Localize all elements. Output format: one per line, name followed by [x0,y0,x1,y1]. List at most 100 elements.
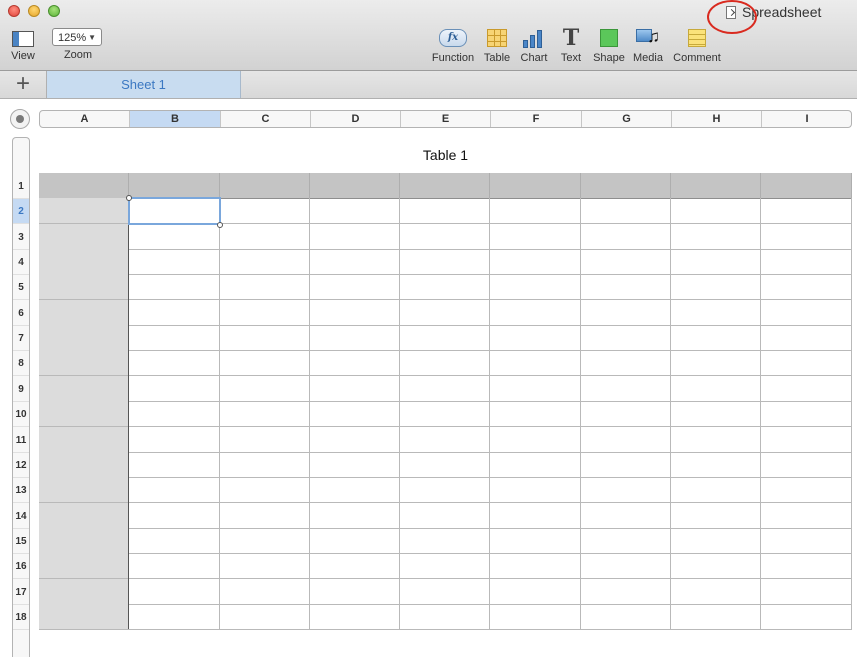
cell-h6[interactable] [671,299,761,326]
media-button[interactable]: ♫ Media [631,26,665,64]
cell-h9[interactable] [671,375,761,402]
cell-d7[interactable] [310,325,400,352]
cell-i9[interactable] [761,375,852,402]
cell-f3[interactable] [490,223,581,250]
cell-d14[interactable] [310,502,400,529]
cell-d1[interactable] [310,173,400,199]
cell-e5[interactable] [400,274,490,301]
cell-e6[interactable] [400,299,490,326]
cell-d12[interactable] [310,451,400,478]
zoom-select[interactable]: 125% ▼ [52,28,102,46]
cell-c18[interactable] [220,603,310,630]
cell-a1[interactable] [39,173,129,199]
cell-i17[interactable] [761,578,852,605]
cell-i14[interactable] [761,502,852,529]
row-header-1[interactable]: 1 [13,174,29,199]
cell-h15[interactable] [671,527,761,554]
cell-g4[interactable] [581,249,671,276]
cell-i2[interactable] [761,198,852,225]
cell-h13[interactable] [671,477,761,504]
cell-h8[interactable] [671,350,761,377]
cell-b8[interactable] [129,350,220,377]
cell-b15[interactable] [129,527,220,554]
column-header-f[interactable]: F [491,111,582,127]
cell-g5[interactable] [581,274,671,301]
cell-f7[interactable] [490,325,581,352]
cell-d18[interactable] [310,603,400,630]
cell-g18[interactable] [581,603,671,630]
cell-b12[interactable] [129,451,220,478]
cell-h14[interactable] [671,502,761,529]
cell-d6[interactable] [310,299,400,326]
cell-c8[interactable] [220,350,310,377]
cell-f15[interactable] [490,527,581,554]
cell-a4[interactable] [39,249,129,276]
cell-c14[interactable] [220,502,310,529]
cell-f2[interactable] [490,198,581,225]
cell-e8[interactable] [400,350,490,377]
cell-f16[interactable] [490,553,581,580]
cell-d8[interactable] [310,350,400,377]
cell-i3[interactable] [761,223,852,250]
text-button[interactable]: T Text [556,26,586,64]
cell-c7[interactable] [220,325,310,352]
cell-d11[interactable] [310,426,400,453]
cell-e3[interactable] [400,223,490,250]
cell-h2[interactable] [671,198,761,225]
cell-g7[interactable] [581,325,671,352]
minimize-window-button[interactable] [28,5,40,17]
cell-h3[interactable] [671,223,761,250]
column-header-d[interactable]: D [311,111,401,127]
cell-a8[interactable] [39,350,129,377]
cell-d13[interactable] [310,477,400,504]
cell-a14[interactable] [39,502,129,529]
row-header-3[interactable]: 3 [13,225,29,250]
cell-c9[interactable] [220,375,310,402]
cell-c3[interactable] [220,223,310,250]
cell-e12[interactable] [400,451,490,478]
cell-g2[interactable] [581,198,671,225]
cell-g13[interactable] [581,477,671,504]
cell-h7[interactable] [671,325,761,352]
cell-e17[interactable] [400,578,490,605]
cell-b7[interactable] [129,325,220,352]
cell-i10[interactable] [761,401,852,428]
cell-f12[interactable] [490,451,581,478]
row-header-2[interactable]: 2 [13,199,29,225]
cell-i7[interactable] [761,325,852,352]
row-header-15[interactable]: 15 [13,529,29,554]
cell-i8[interactable] [761,350,852,377]
cell-b5[interactable] [129,274,220,301]
cell-i6[interactable] [761,299,852,326]
cell-i5[interactable] [761,274,852,301]
cell-c4[interactable] [220,249,310,276]
cell-g6[interactable] [581,299,671,326]
cell-b10[interactable] [129,401,220,428]
cell-c16[interactable] [220,553,310,580]
cell-i15[interactable] [761,527,852,554]
cell-a16[interactable] [39,553,129,580]
cell-f4[interactable] [490,249,581,276]
cell-a3[interactable] [39,223,129,250]
cell-g3[interactable] [581,223,671,250]
cell-c1[interactable] [220,173,310,199]
cell-c17[interactable] [220,578,310,605]
cell-b14[interactable] [129,502,220,529]
row-header-11[interactable]: 11 [13,428,29,453]
cell-b13[interactable] [129,477,220,504]
cell-e14[interactable] [400,502,490,529]
cell-a11[interactable] [39,426,129,453]
cell-a10[interactable] [39,401,129,428]
cell-e18[interactable] [400,603,490,630]
cell-i4[interactable] [761,249,852,276]
cell-f18[interactable] [490,603,581,630]
column-header-a[interactable]: A [40,111,130,127]
cell-b9[interactable] [129,375,220,402]
row-header-17[interactable]: 17 [13,580,29,605]
row-header-7[interactable]: 7 [13,326,29,352]
cell-e9[interactable] [400,375,490,402]
cell-f5[interactable] [490,274,581,301]
row-header-14[interactable]: 14 [13,504,29,529]
row-header-9[interactable]: 9 [13,377,29,402]
cell-g8[interactable] [581,350,671,377]
